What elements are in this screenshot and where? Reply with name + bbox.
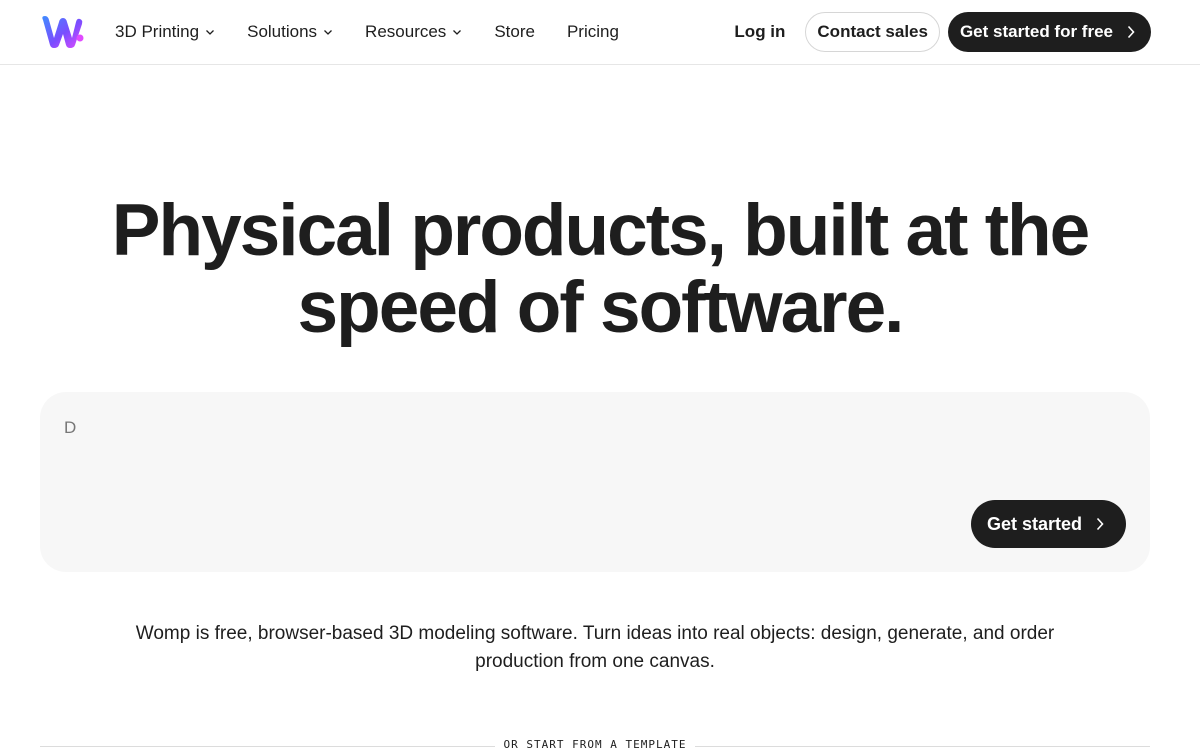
hero-title-line1: Physical products, built at the — [111, 190, 1090, 271]
template-section-label: OR START FROM A TEMPLATE — [503, 738, 687, 750]
contact-sales-label: Contact sales — [817, 22, 928, 41]
login-link[interactable]: Log in — [734, 22, 785, 42]
chevron-down-icon — [324, 30, 333, 35]
get-started-free-label: Get started for free — [959, 22, 1113, 41]
chevron-down-icon — [206, 30, 215, 35]
get-started-free-button[interactable]: Get started for free — [947, 12, 1151, 52]
product-description: Womp is free, browser-based 3D modeling … — [60, 620, 1130, 676]
prompt-input-box[interactable]: D Get started — [40, 392, 1150, 572]
main-menu: 3D Printing Solutions Resources Store Pr… — [115, 0, 651, 64]
womp-logo-icon[interactable] — [39, 14, 85, 50]
nav-3d-printing-label: 3D Printing — [115, 22, 200, 41]
nav-3d-printing[interactable]: 3D Printing — [115, 22, 215, 42]
nav-actions: Log in Contact sales Get started for fre… — [734, 12, 1151, 52]
hero-title: Physical products, built at the speed of… — [0, 192, 1200, 346]
chevron-down-icon — [453, 30, 462, 35]
chevron-right-icon — [1096, 517, 1104, 531]
nav-resources[interactable]: Resources — [365, 22, 462, 42]
nav-pricing[interactable]: Pricing — [567, 22, 619, 42]
get-started-button[interactable]: Get started — [970, 500, 1126, 548]
description-line1: Womp is free, browser-based 3D modeling … — [135, 623, 1055, 644]
nav-solutions[interactable]: Solutions — [247, 22, 333, 42]
nav-store-label: Store — [494, 22, 535, 41]
description-line2: production from one canvas. — [475, 651, 715, 672]
nav-solutions-label: Solutions — [247, 22, 318, 41]
chevron-right-icon — [1127, 25, 1135, 39]
hero-title-line2: speed of software. — [297, 267, 905, 348]
nav-store[interactable]: Store — [494, 22, 535, 42]
nav-pricing-label: Pricing — [566, 22, 619, 41]
get-started-label: Get started — [986, 513, 1082, 534]
prompt-input-text[interactable]: D — [64, 418, 76, 438]
contact-sales-button[interactable]: Contact sales — [805, 12, 940, 52]
nav-resources-label: Resources — [365, 22, 447, 41]
top-navigation: 3D Printing Solutions Resources Store Pr… — [0, 0, 1200, 65]
